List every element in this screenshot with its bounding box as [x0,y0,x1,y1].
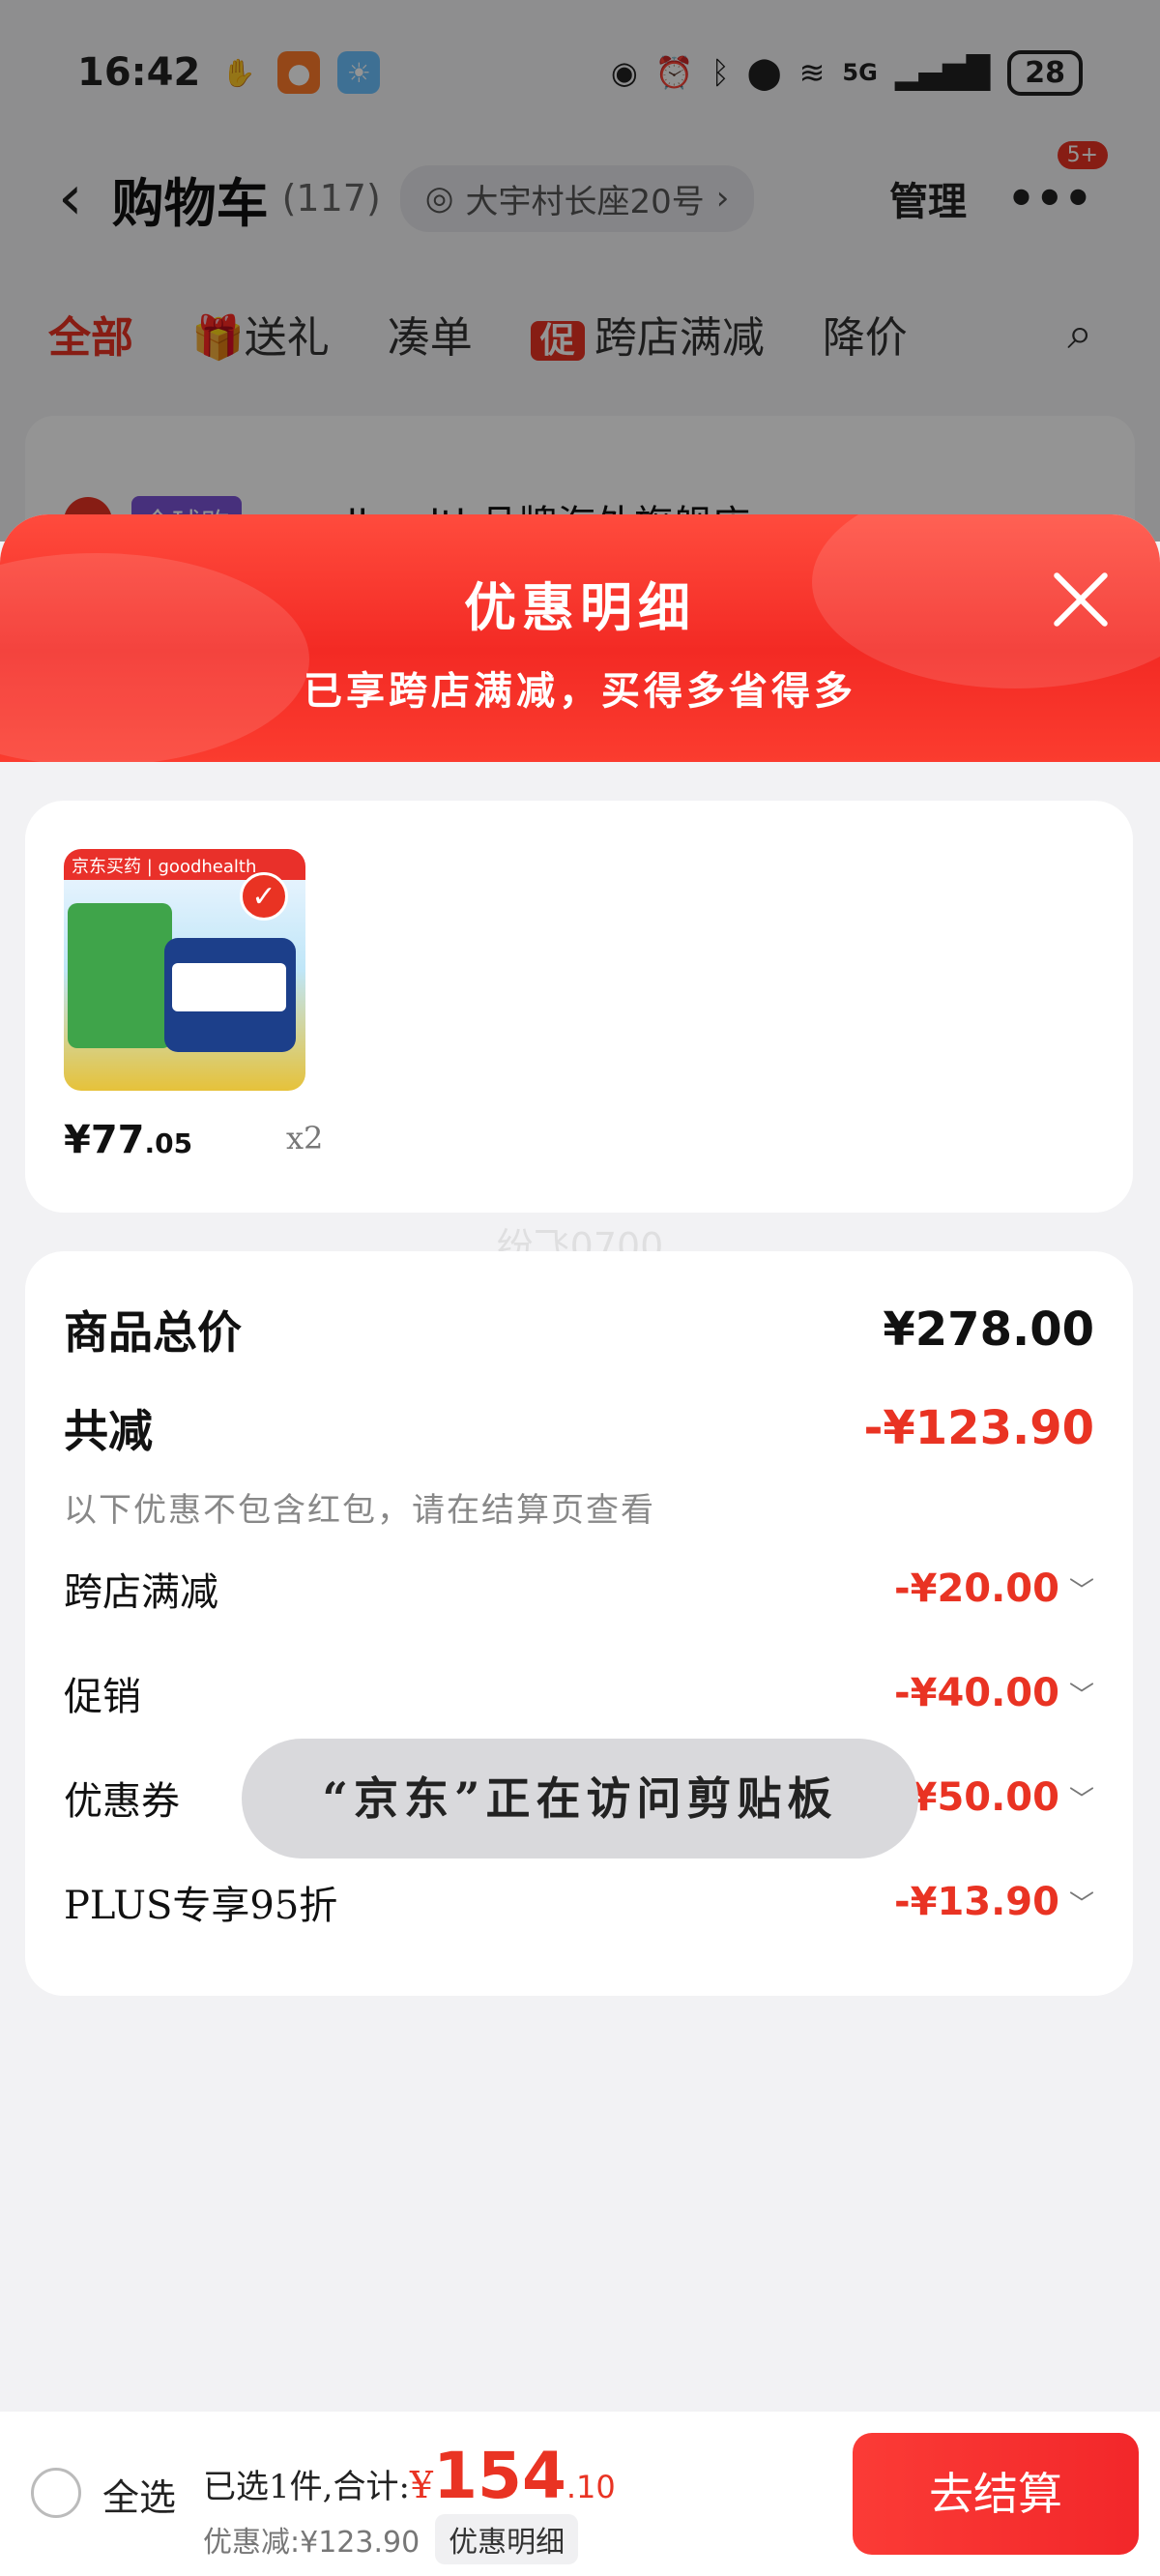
discount-item-label: 跨店满减 [64,1570,218,1615]
discount-amount: -¥13.90 [894,1880,1059,1924]
chevron-down-icon[interactable]: ﹀ [1069,1885,1094,1920]
product-thumbnail[interactable]: 京东买药 | goodhealth ✓ [64,849,305,1091]
discount-item-value: -¥40.00 ﹀ [894,1671,1094,1715]
checkout-bar: 全选 已选1件,合计: ¥ 154 .10 优惠减:¥123.90 优惠明细 去… [0,2412,1160,2576]
currency-symbol: ¥ [409,2464,434,2506]
discount-item-row[interactable]: 跨店满减 -¥20.00 ﹀ [64,1561,1094,1617]
checkmark-icon: ✓ [240,872,288,921]
discount-item-label: 优惠券 [64,1779,180,1824]
thumbnail-jar-label [172,963,286,1011]
chevron-down-icon[interactable]: ﹀ [1069,1780,1094,1816]
discount-amount-text: 优惠减:¥123.90 [203,2526,420,2560]
thumbnail-promo-panel [68,903,172,1048]
total-amount: 154 [433,2439,566,2513]
clipboard-toast: “京东”正在访问剪贴板 [242,1739,918,1859]
price-decimal: .05 [144,1127,193,1159]
discount-item-value: -¥20.00 ﹀ [894,1566,1094,1611]
checkout-button[interactable]: 去结算 [853,2433,1139,2555]
discount-item-value: -¥50.00 ﹀ [894,1775,1094,1820]
reduce-label: 共减 [64,1405,153,1457]
chevron-down-icon[interactable]: ﹀ [1069,1571,1094,1607]
discount-note: 以下优惠不包含红包，请在结算页查看 [64,1491,655,1530]
discount-summary: 优惠减:¥123.90 优惠明细 [203,2514,579,2564]
reduce-row: 共减 -¥123.90 [64,1396,1094,1460]
discount-item-label: 促销 [64,1675,141,1719]
selected-text: 已选1件,合计: [203,2468,410,2506]
sheet-title: 优惠明细 [464,576,696,638]
product-price: ¥77.05 [64,1118,192,1162]
discount-amount: -¥40.00 [894,1671,1059,1715]
discount-item-value: -¥13.90 ﹀ [894,1880,1094,1924]
sheet-header: 优惠明细 已享跨店满减，买得多省得多 [0,514,1160,762]
sheet-subtitle: 已享跨店满减，买得多省得多 [304,668,856,714]
total-label: 商品总价 [64,1306,242,1359]
discount-detail-sheet: 优惠明细 已享跨店满减，买得多省得多 京东买药 | goodhealth ✓ ¥… [0,514,1160,2576]
discount-item-row[interactable]: 促销 -¥40.00 ﹀ [64,1665,1094,1721]
total-value: ¥278.00 [883,1303,1094,1357]
close-icon[interactable] [1052,571,1110,629]
product-quantity: x2 [286,1120,324,1156]
product-card: 京东买药 | goodhealth ✓ ¥77.05 x2 [25,801,1133,1213]
price-int: ¥77 [64,1118,145,1162]
select-all-label[interactable]: 全选 [102,2468,176,2521]
discount-detail-button[interactable]: 优惠明细 [435,2514,579,2564]
total-row: 商品总价 ¥278.00 [64,1298,1094,1361]
summary-card: 商品总价 ¥278.00 共减 -¥123.90 以下优惠不包含红包，请在结算页… [25,1251,1133,1996]
select-all-checkbox[interactable] [31,2468,81,2518]
discount-item-label: PLUS专享95折 [64,1884,338,1928]
total-decimal: .10 [566,2469,616,2505]
discount-item-row[interactable]: PLUS专享95折 -¥13.90 ﹀ [64,1874,1094,1930]
selected-summary: 已选1件,合计: ¥ 154 .10 [203,2439,616,2513]
discount-amount: -¥20.00 [894,1566,1059,1611]
reduce-value: -¥123.90 [863,1401,1094,1455]
discount-amount: -¥50.00 [894,1775,1059,1820]
modal-overlay[interactable] [0,0,1160,542]
chevron-down-icon[interactable]: ﹀ [1069,1676,1094,1712]
